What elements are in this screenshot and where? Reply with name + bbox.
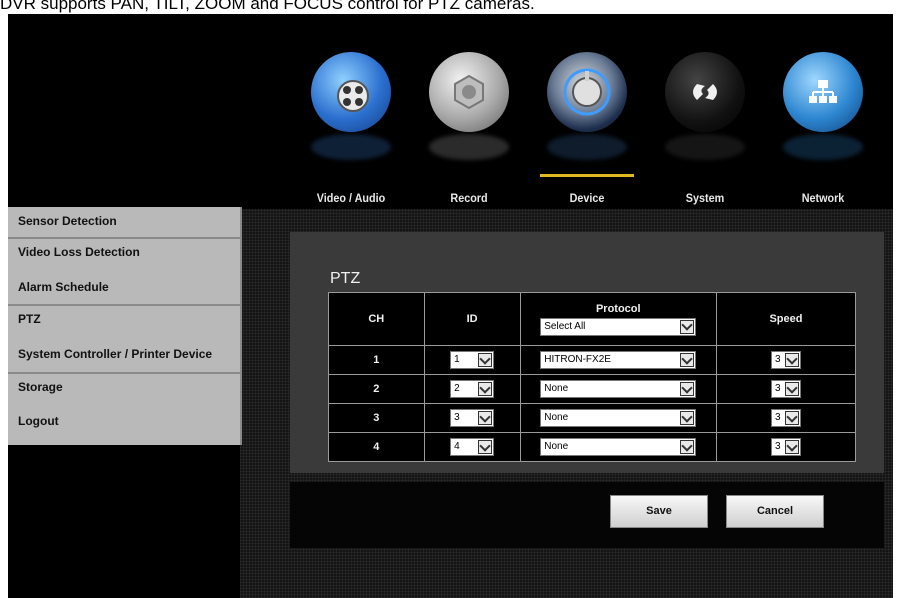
- protocol-select[interactable]: HITRON-FX2E: [540, 351, 697, 369]
- speed-select[interactable]: 3: [770, 351, 801, 369]
- select-value: 3: [454, 412, 460, 423]
- nav-video-audio[interactable]: Video / Audio: [292, 42, 410, 216]
- protocol-cell: None: [519, 374, 717, 404]
- select-value: 4: [454, 441, 460, 452]
- nav-record[interactable]: Record: [410, 42, 528, 216]
- speed-select[interactable]: 3: [770, 380, 801, 398]
- chevron-down-icon: [478, 352, 493, 367]
- sidebar-item-logout[interactable]: Logout: [12, 408, 238, 434]
- sidebar: Sensor Detection Video Loss Detection Al…: [8, 207, 242, 445]
- nav-system[interactable]: System: [646, 42, 764, 216]
- table-row: 3 3 None 3: [328, 403, 857, 433]
- record-icon: [429, 52, 509, 132]
- row-ch: 2: [328, 374, 425, 404]
- chevron-down-icon: [784, 410, 799, 425]
- protocol-cell: None: [519, 432, 717, 462]
- id-select[interactable]: 4: [450, 438, 495, 456]
- speed-cell: 3: [715, 374, 857, 404]
- chevron-down-icon: [680, 352, 695, 367]
- speed-select[interactable]: 3: [770, 438, 801, 456]
- chevron-down-icon: [478, 439, 493, 454]
- row-ch: 3: [328, 403, 425, 433]
- select-value: 3: [774, 412, 781, 423]
- select-value: None: [544, 441, 569, 452]
- dvr-screen: Video / Audio Record Device System Netwo…: [8, 14, 893, 598]
- panel-title: PTZ: [330, 270, 361, 287]
- col-speed: Speed: [715, 292, 857, 346]
- id-cell: 2: [423, 374, 521, 404]
- sidebar-item-alarm-schedule[interactable]: Alarm Schedule: [12, 274, 238, 300]
- cancel-button[interactable]: Cancel: [726, 495, 824, 528]
- protocol-cell: HITRON-FX2E: [519, 345, 717, 375]
- sidebar-item-sensor-detection[interactable]: Sensor Detection: [12, 208, 238, 234]
- ptz-panel: PTZ CH ID Protocol Select All Speed 1 1 …: [290, 232, 884, 473]
- select-value: 3: [774, 441, 781, 452]
- col-protocol: Protocol Select All: [519, 292, 717, 346]
- chevron-down-icon: [680, 319, 695, 334]
- chevron-down-icon: [680, 439, 695, 454]
- protocol-select[interactable]: None: [540, 409, 697, 427]
- device-icon: [547, 52, 627, 132]
- row-ch: 4: [328, 432, 425, 462]
- nav-device[interactable]: Device: [528, 42, 646, 216]
- protocol-cell: None: [519, 403, 717, 433]
- save-button[interactable]: Save: [610, 495, 708, 528]
- speed-select[interactable]: 3: [770, 409, 801, 427]
- select-value: None: [544, 412, 569, 423]
- row-ch: 1: [328, 345, 425, 375]
- nav-label: System: [685, 191, 725, 205]
- select-value: Select All: [544, 320, 586, 332]
- id-select[interactable]: 3: [450, 409, 495, 427]
- id-select[interactable]: 2: [450, 380, 495, 398]
- system-icon: [665, 52, 745, 132]
- sidebar-item-ptz[interactable]: PTZ: [12, 306, 238, 332]
- chevron-down-icon: [784, 352, 799, 367]
- protocol-select[interactable]: None: [540, 438, 697, 456]
- select-value: None: [544, 383, 569, 394]
- protocol-header-label: Protocol: [595, 302, 641, 315]
- chevron-down-icon: [680, 410, 695, 425]
- ptz-table: CH ID Protocol Select All Speed 1 1 HITR…: [328, 292, 857, 462]
- select-value: 1: [454, 354, 460, 365]
- protocol-select-all[interactable]: Select All: [540, 317, 697, 336]
- select-value: 3: [774, 383, 781, 394]
- speed-cell: 3: [715, 345, 857, 375]
- select-value: 3: [774, 354, 781, 365]
- id-cell: 1: [423, 345, 521, 375]
- speed-cell: 3: [715, 403, 857, 433]
- table-row: 2 2 None 3: [328, 374, 857, 404]
- button-bar: Save Cancel: [290, 482, 884, 548]
- video-audio-icon: [311, 52, 391, 132]
- nav-label: Record: [450, 191, 488, 205]
- top-nav: Video / Audio Record Device System Netwo…: [292, 42, 883, 216]
- nav-label: Network: [801, 191, 845, 205]
- col-id: ID: [423, 292, 521, 346]
- chevron-down-icon: [478, 381, 493, 396]
- id-cell: 3: [423, 403, 521, 433]
- chevron-down-icon: [784, 381, 799, 396]
- chevron-down-icon: [784, 439, 799, 454]
- network-icon: [783, 52, 863, 132]
- id-select[interactable]: 1: [450, 351, 495, 369]
- protocol-select[interactable]: None: [540, 380, 697, 398]
- nav-network[interactable]: Network: [764, 42, 882, 216]
- nav-label: Device: [569, 191, 605, 205]
- speed-cell: 3: [715, 432, 857, 462]
- chevron-down-icon: [478, 410, 493, 425]
- select-value: 2: [454, 383, 460, 394]
- sidebar-item-video-loss-detection[interactable]: Video Loss Detection: [12, 239, 238, 265]
- id-cell: 4: [423, 432, 521, 462]
- col-ch: CH: [328, 292, 425, 346]
- sidebar-item-storage[interactable]: Storage: [12, 374, 238, 400]
- select-value: HITRON-FX2E: [544, 354, 611, 365]
- caption-text: DVR supports PAN, TILT, ZOOM and FOCUS c…: [0, 0, 535, 13]
- table-row: 4 4 None 3: [328, 432, 857, 462]
- sidebar-item-system-controller[interactable]: System Controller / Printer Device: [12, 341, 238, 367]
- chevron-down-icon: [680, 381, 695, 396]
- nav-label: Video / Audio: [316, 191, 386, 205]
- table-row: 1 1 HITRON-FX2E 3: [328, 345, 857, 375]
- active-underline: [540, 174, 634, 177]
